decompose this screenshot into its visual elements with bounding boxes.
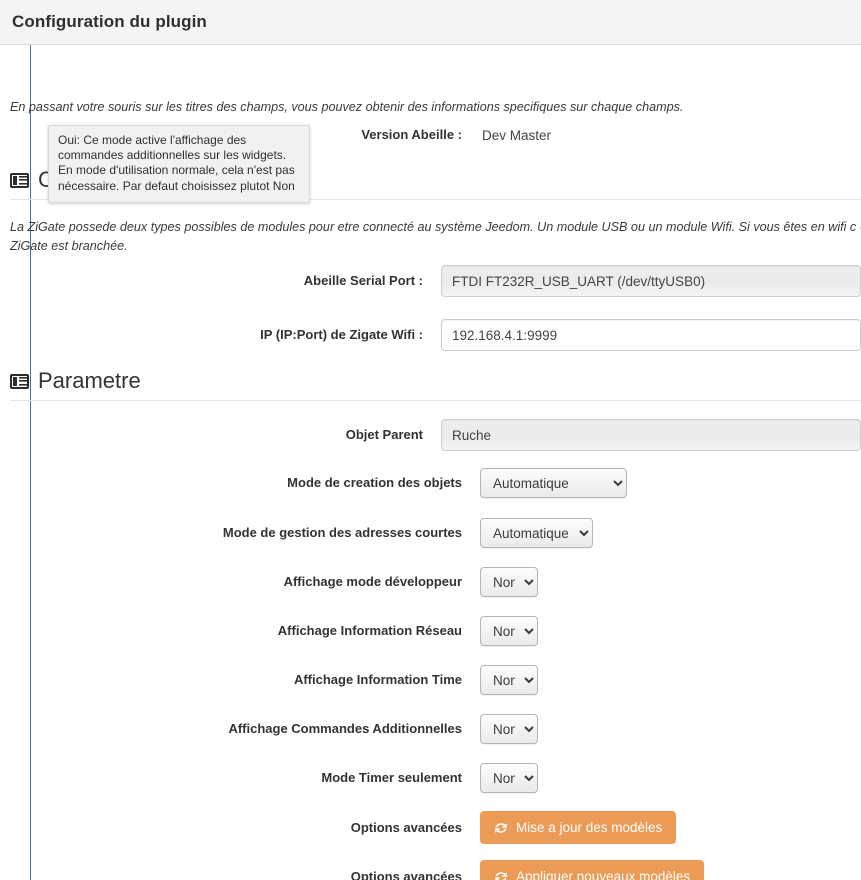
affichage-commandes-additionnelles-label: Affichage Commandes Additionnelles <box>228 721 462 736</box>
affichage-info-reseau-label: Affichage Information Réseau <box>277 623 462 638</box>
section-parametre: Parametre <box>10 368 861 401</box>
list-icon <box>10 373 29 389</box>
field-tooltip: Oui: Ce mode active l'affichage des comm… <box>48 125 310 203</box>
page-title: Configuration du plugin <box>12 12 207 31</box>
row-zigate-wifi-ip: IP (IP:Port) de Zigate Wifi : <box>0 319 861 351</box>
row-options-avancees-appliquer: Options avancées Appliquer nouveaux modè… <box>0 860 861 880</box>
version-value: Dev Master <box>482 127 552 143</box>
affichage-mode-developpeur-label: Affichage mode développeur <box>283 574 462 589</box>
row-abeille-serial-port: Abeille Serial Port : <box>0 265 861 297</box>
fields-hint-text: En passant votre souris sur les titres d… <box>10 100 684 114</box>
list-icon <box>10 172 29 188</box>
affichage-info-time-select[interactable]: Non <box>480 665 538 695</box>
row-affichage-commandes-additionnelles: Affichage Commandes Additionnelles Non <box>0 714 861 744</box>
refresh-icon <box>494 870 508 880</box>
mode-timer-seulement-label: Mode Timer seulement <box>321 770 462 785</box>
mode-gestion-adresses-select[interactable]: Automatique <box>480 518 593 548</box>
abeille-serial-port-label: Abeille Serial Port : <box>303 273 423 288</box>
refresh-icon <box>494 821 508 835</box>
section-parametre-label: Parametre <box>38 368 141 393</box>
mode-timer-seulement-select[interactable]: Non <box>480 763 538 793</box>
page-header: Configuration du plugin <box>0 0 861 45</box>
mode-creation-objets-select[interactable]: Automatique <box>480 468 627 498</box>
options-avancees-maj-label: Options avancées <box>350 819 462 835</box>
mode-creation-objets-label: Mode de creation des objets <box>287 475 462 490</box>
row-objet-parent: Objet Parent <box>0 419 861 451</box>
zigate-wifi-ip-input[interactable] <box>441 319 861 351</box>
row-mode-creation-objets: Mode de creation des objets Automatique <box>0 468 861 498</box>
zigate-hint-text: La ZiGate possede deux types possibles d… <box>10 220 861 253</box>
row-options-avancees-maj: Options avancées Mise a jour des modèles <box>0 811 861 844</box>
appliquer-nouveaux-modeles-label: Appliquer nouveaux modèles <box>516 869 691 880</box>
appliquer-nouveaux-modeles-button[interactable]: Appliquer nouveaux modèles <box>480 860 705 880</box>
affichage-info-reseau-select[interactable]: Non <box>480 616 538 646</box>
section-divider <box>10 400 861 401</box>
row-mode-timer-seulement: Mode Timer seulement Non <box>0 763 861 793</box>
affichage-mode-developpeur-select[interactable]: Non <box>480 567 538 597</box>
row-mode-gestion-adresses: Mode de gestion des adresses courtes Aut… <box>0 518 861 548</box>
zigate-wifi-ip-label: IP (IP:Port) de Zigate Wifi : <box>260 327 423 342</box>
objet-parent-select[interactable] <box>441 419 861 451</box>
objet-parent-label: Objet Parent <box>345 427 423 442</box>
affichage-commandes-additionnelles-select[interactable]: Non <box>480 714 538 744</box>
mise-a-jour-modeles-button[interactable]: Mise a jour des modèles <box>480 811 677 844</box>
mode-gestion-adresses-label: Mode de gestion des adresses courtes <box>222 525 462 540</box>
row-affichage-info-reseau: Affichage Information Réseau Non <box>0 616 861 646</box>
mise-a-jour-modeles-label: Mise a jour des modèles <box>516 820 663 835</box>
abeille-serial-port-select[interactable] <box>441 265 861 297</box>
config-form-canvas: En passant votre souris sur les titres d… <box>0 45 861 880</box>
row-affichage-mode-developpeur: Affichage mode développeur Non <box>0 567 861 597</box>
row-affichage-info-time: Affichage Information Time Non <box>0 665 861 695</box>
options-avancees-appliquer-label: Options avancées <box>350 868 462 880</box>
affichage-info-time-label: Affichage Information Time <box>293 672 462 687</box>
